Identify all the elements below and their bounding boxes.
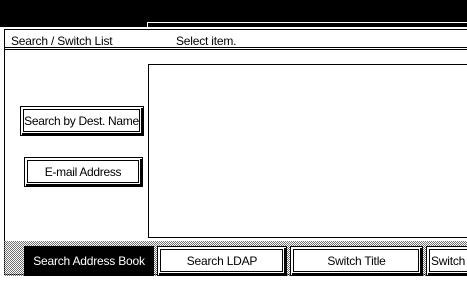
tab-search-ldap[interactable]: Search LDAP <box>157 246 287 276</box>
tab-search-ldap-label: Search LDAP <box>186 254 258 268</box>
search-by-dest-name-label: Search by Dest. Name <box>24 113 139 128</box>
tab-switch-label: Switch <box>431 254 466 268</box>
search-by-dest-name-button-frame: Search by Dest. Name <box>23 109 140 132</box>
email-address-button[interactable]: E-mail Address <box>24 157 143 187</box>
tab-switch[interactable]: Switch <box>426 246 467 276</box>
tab-switch-title[interactable]: Switch Title <box>290 246 423 276</box>
panel-header: Search / Switch List Select item. <box>5 30 467 50</box>
address-book-screen: Search / Switch List Select item. Search… <box>0 0 467 281</box>
email-address-button-frame: E-mail Address <box>27 160 139 183</box>
results-list[interactable] <box>148 64 467 238</box>
top-bar <box>0 0 467 27</box>
search-switch-panel: Search / Switch List Select item. <box>4 29 467 275</box>
tab-search-address-book-label: Search Address Book <box>33 254 145 268</box>
instruction-text: Select item. <box>176 34 237 48</box>
search-by-dest-name-button[interactable]: Search by Dest. Name <box>20 106 144 136</box>
email-address-label: E-mail Address <box>44 164 122 179</box>
tab-bar: Search Address Book Search LDAP Switch T… <box>0 246 467 276</box>
panel-title: Search / Switch List <box>11 34 113 48</box>
bottom-edge <box>0 276 467 281</box>
tab-switch-title-label: Switch Title <box>327 254 386 268</box>
tab-search-address-book[interactable]: Search Address Book <box>24 246 154 276</box>
top-bar-slot <box>147 22 467 27</box>
